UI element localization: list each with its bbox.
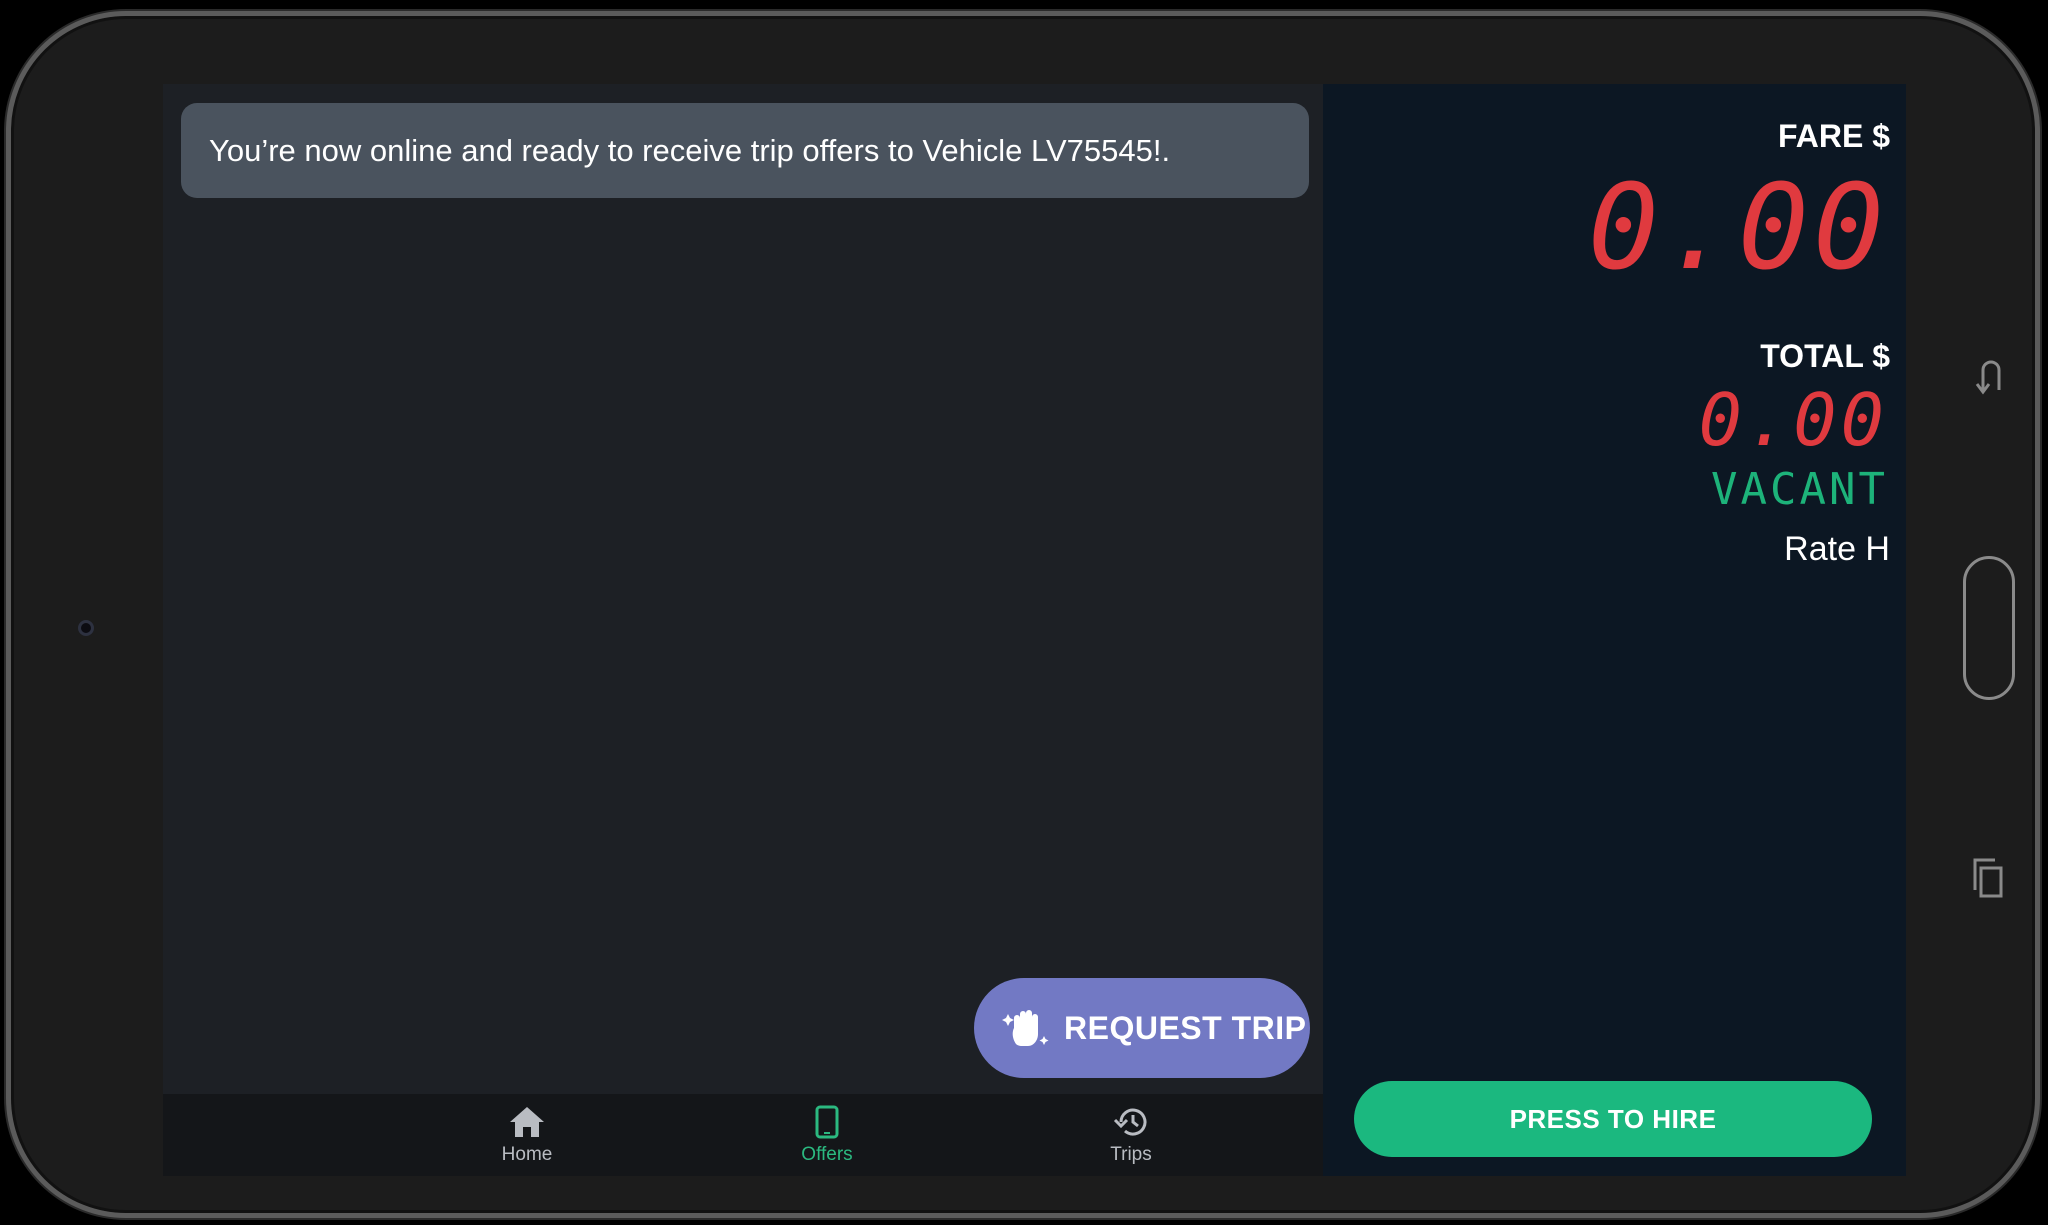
nav-item-offers-label: Offers <box>801 1144 853 1165</box>
bottom-navigation: Home Offers Trips <box>163 1094 1323 1176</box>
hand-sparkle-icon <box>1002 1004 1050 1052</box>
nav-item-trips[interactable]: Trips <box>1061 1094 1201 1176</box>
request-trip-button[interactable]: REQUEST TRIP <box>974 978 1310 1078</box>
total-value: 0.00 <box>1698 378 1888 462</box>
screen: You’re now online and ready to receive t… <box>163 84 1906 1176</box>
request-trip-label: REQUEST TRIP <box>1064 1009 1307 1046</box>
press-to-hire-button[interactable]: PRESS TO HIRE <box>1354 1081 1872 1157</box>
total-label: TOTAL $ <box>1760 338 1890 374</box>
back-key-icon[interactable] <box>1973 356 2009 402</box>
offers-pane: You’re now online and ready to receive t… <box>163 84 1323 1094</box>
nav-item-home-label: Home <box>501 1144 553 1165</box>
nav-item-offers[interactable]: Offers <box>757 1094 897 1176</box>
nav-item-home[interactable]: Home <box>457 1094 597 1176</box>
phone-icon <box>807 1104 847 1140</box>
press-to-hire-label: PRESS TO HIRE <box>1509 1103 1717 1134</box>
meter-panel: FARE $ 0.00 TOTAL $ 0.00 VACANT Rate H P… <box>1323 84 1906 1176</box>
nav-item-trips-label: Trips <box>1110 1144 1152 1165</box>
fare-label: FARE $ <box>1777 118 1890 154</box>
fare-value: 0.00 <box>1587 158 1888 296</box>
online-notice-text: You’re now online and ready to receive t… <box>209 132 1171 168</box>
home-icon <box>507 1104 547 1140</box>
vacant-status: VACANT <box>1711 464 1888 515</box>
home-key[interactable] <box>1963 556 2015 700</box>
recent-apps-key-icon[interactable] <box>1971 856 2007 902</box>
front-camera <box>78 620 94 636</box>
history-icon <box>1111 1104 1151 1140</box>
tablet-frame: You’re now online and ready to receive t… <box>6 11 2040 1218</box>
rate-label: Rate H <box>1784 530 1890 568</box>
online-notice-banner: You’re now online and ready to receive t… <box>181 103 1309 198</box>
